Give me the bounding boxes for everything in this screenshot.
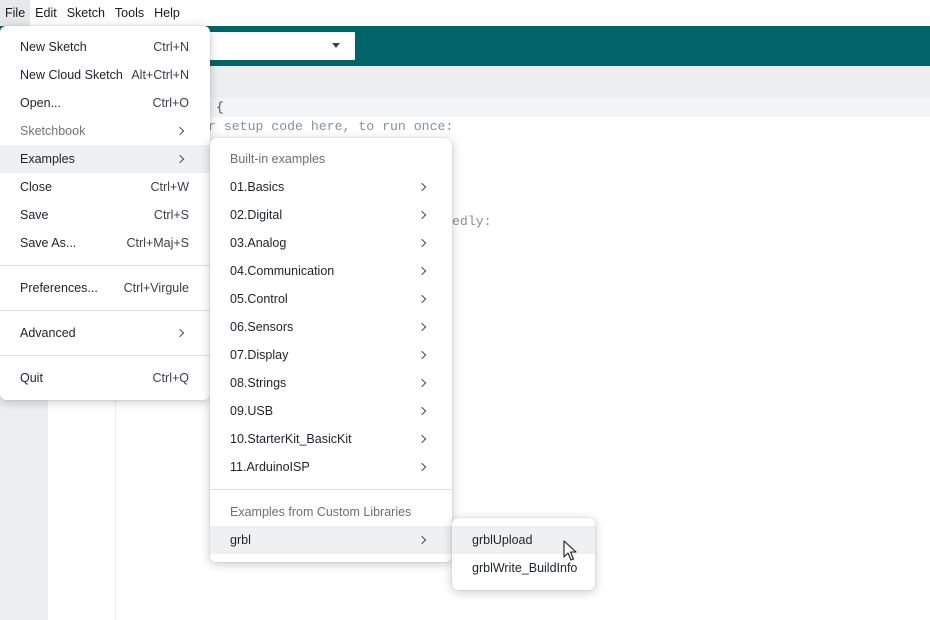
menu-separator: [0, 310, 210, 311]
menu-edit[interactable]: Edit: [30, 0, 62, 26]
chevron-right-icon: [175, 154, 185, 164]
examples-item-strings[interactable]: 08.Strings: [210, 369, 452, 397]
examples-item-starterkit[interactable]: 10.StarterKit_BasicKit: [210, 425, 452, 453]
examples-item-digital[interactable]: 02.Digital: [210, 201, 452, 229]
examples-item-communication[interactable]: 04.Communication: [210, 257, 452, 285]
menu-item-preferences[interactable]: Preferences... Ctrl+Virgule: [0, 274, 210, 302]
menu-separator: [0, 265, 210, 266]
builtin-examples-heading: Built-in examples: [230, 152, 326, 166]
examples-item-analog[interactable]: 03.Analog: [210, 229, 452, 257]
menu-file[interactable]: File: [0, 0, 31, 26]
chevron-right-icon: [417, 210, 427, 220]
code-line-1[interactable]: {: [216, 100, 224, 115]
chevron-right-icon: [417, 238, 427, 248]
examples-item-usb[interactable]: 09.USB: [210, 397, 452, 425]
board-selector[interactable]: [205, 32, 355, 60]
menu-tools[interactable]: Tools: [110, 0, 149, 26]
examples-item-control[interactable]: 05.Control: [210, 285, 452, 313]
chevron-right-icon: [417, 294, 427, 304]
menu-item-new-cloud-sketch[interactable]: New Cloud Sketch Alt+Ctrl+N: [0, 61, 210, 89]
chevron-right-icon: [175, 328, 185, 338]
menu-item-save-as[interactable]: Save As... Ctrl+Maj+S: [0, 229, 210, 257]
menu-item-open[interactable]: Open... Ctrl+O: [0, 89, 210, 117]
menu-separator: [210, 489, 452, 490]
chevron-right-icon: [417, 406, 427, 416]
menu-item-new-sketch[interactable]: New Sketch Ctrl+N: [0, 33, 210, 61]
chevron-right-icon: [417, 350, 427, 360]
chevron-right-icon: [417, 378, 427, 388]
menu-help[interactable]: Help: [149, 0, 185, 26]
menu-sketch[interactable]: Sketch: [62, 0, 110, 26]
examples-item-sensors[interactable]: 06.Sensors: [210, 313, 452, 341]
menubar: File Edit Sketch Tools Help: [0, 0, 930, 26]
chevron-right-icon: [417, 462, 427, 472]
current-line-highlight: [116, 98, 930, 117]
examples-item-basics[interactable]: 01.Basics: [210, 173, 452, 201]
menu-item-save[interactable]: Save Ctrl+S: [0, 201, 210, 229]
menu-item-advanced[interactable]: Advanced: [0, 319, 210, 347]
examples-item-arduinoisp[interactable]: 11.ArduinoISP: [210, 453, 452, 481]
file-menu: New Sketch Ctrl+N New Cloud Sketch Alt+C…: [0, 26, 210, 400]
menu-item-close[interactable]: Close Ctrl+W: [0, 173, 210, 201]
chevron-right-icon: [417, 266, 427, 276]
chevron-right-icon: [417, 535, 427, 545]
examples-item-grbl[interactable]: grbl: [210, 526, 452, 554]
menu-item-quit[interactable]: Quit Ctrl+Q: [0, 364, 210, 392]
chevron-right-icon: [417, 434, 427, 444]
code-line-3[interactable]: edly:: [452, 214, 492, 229]
chevron-right-icon: [417, 322, 427, 332]
mouse-cursor-icon: [563, 540, 577, 561]
chevron-right-icon: [175, 126, 185, 136]
chevron-right-icon: [417, 182, 427, 192]
examples-item-display[interactable]: 07.Display: [210, 341, 452, 369]
menu-item-sketchbook[interactable]: Sketchbook: [0, 117, 210, 145]
examples-menu: Built-in examples 01.Basics 02.Digital 0…: [210, 138, 452, 562]
code-line-2[interactable]: r setup code here, to run once:: [208, 119, 453, 134]
chevron-down-icon[interactable]: [332, 43, 340, 48]
custom-libraries-heading: Examples from Custom Libraries: [230, 505, 412, 519]
menu-item-examples[interactable]: Examples: [0, 145, 210, 173]
menu-separator: [0, 355, 210, 356]
